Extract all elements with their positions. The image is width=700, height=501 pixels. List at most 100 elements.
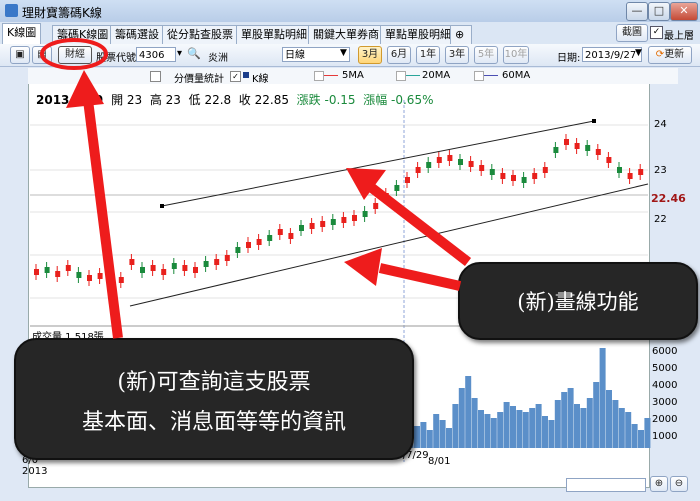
candle bbox=[44, 267, 50, 273]
fundamental-line-1: (新)可查詢這支股票 bbox=[117, 370, 311, 395]
price-tick-24: 24 bbox=[654, 119, 667, 130]
candle bbox=[214, 259, 220, 265]
candle bbox=[193, 267, 198, 273]
candle bbox=[161, 269, 167, 275]
volume-bar bbox=[465, 376, 472, 448]
volume-bar bbox=[625, 412, 632, 448]
volume-bar bbox=[593, 382, 600, 448]
trend-handle bbox=[160, 204, 164, 208]
volume-tick-4000: 4000 bbox=[652, 380, 678, 391]
date-tick-aug: 8/01 bbox=[428, 456, 451, 467]
candle bbox=[65, 265, 71, 271]
candle bbox=[129, 259, 135, 265]
volume-bar bbox=[567, 388, 574, 448]
candle bbox=[595, 149, 601, 155]
candle bbox=[468, 161, 474, 167]
volume-bar bbox=[606, 390, 612, 448]
volume-bar bbox=[580, 408, 587, 448]
volume-bar bbox=[497, 412, 504, 448]
volume-bar bbox=[586, 398, 593, 448]
date-tick-year: 2013 bbox=[22, 466, 48, 477]
volume-bar bbox=[478, 410, 484, 448]
draw-feature-callout: (新)畫線功能 bbox=[458, 262, 698, 340]
draw-feature-text: (新)畫線功能 bbox=[517, 290, 639, 314]
volume-tick-2000: 2000 bbox=[652, 414, 678, 425]
volume-bar bbox=[503, 402, 510, 448]
candle bbox=[521, 177, 527, 183]
candle bbox=[574, 143, 580, 149]
volume-bar bbox=[638, 430, 644, 448]
volume-bar bbox=[420, 422, 427, 448]
volume-bar bbox=[522, 412, 529, 448]
volume-bar bbox=[414, 426, 420, 448]
volume-bar bbox=[439, 420, 446, 448]
volume-bar bbox=[631, 424, 638, 448]
volume-bar bbox=[471, 398, 478, 448]
candle bbox=[256, 239, 262, 245]
candle bbox=[97, 273, 103, 279]
candle bbox=[299, 225, 304, 231]
price-tick-23: 23 bbox=[654, 165, 667, 176]
candle bbox=[108, 270, 114, 276]
volume-bar bbox=[433, 414, 440, 448]
candle bbox=[627, 173, 633, 179]
volume-bar bbox=[516, 410, 523, 448]
candle bbox=[415, 167, 421, 173]
candle bbox=[203, 261, 209, 267]
candle bbox=[394, 185, 400, 191]
trend-handle bbox=[592, 119, 596, 123]
candle bbox=[320, 221, 326, 227]
scroll-bar[interactable] bbox=[566, 478, 646, 492]
candle bbox=[362, 211, 368, 217]
candle bbox=[76, 272, 82, 278]
candle bbox=[352, 215, 357, 221]
candle bbox=[330, 219, 336, 225]
candle bbox=[564, 139, 569, 145]
volume-bar bbox=[554, 400, 561, 448]
volume-bar bbox=[599, 348, 606, 448]
candle bbox=[182, 265, 188, 271]
candle bbox=[288, 233, 294, 239]
volume-bar bbox=[574, 404, 580, 448]
zoom-out-icon[interactable]: ⊖ bbox=[670, 476, 688, 492]
candle bbox=[436, 157, 442, 163]
candle bbox=[638, 169, 644, 175]
candle bbox=[585, 145, 591, 151]
candle bbox=[405, 177, 410, 183]
candle bbox=[542, 167, 548, 173]
candle bbox=[383, 193, 389, 199]
volume-bar bbox=[548, 420, 555, 448]
upper-trend-line bbox=[161, 120, 595, 207]
fundamental-line-2: 基本面、消息面等等的資訊 bbox=[81, 410, 346, 435]
fundamental-info-callout: (新)可查詢這支股票 基本面、消息面等等的資訊 bbox=[14, 338, 414, 460]
volume-bar bbox=[612, 400, 619, 448]
volume-bar bbox=[542, 416, 548, 448]
volume-bar bbox=[490, 418, 497, 448]
volume-bar bbox=[618, 408, 625, 448]
candle bbox=[277, 229, 283, 235]
candle bbox=[532, 173, 538, 179]
candle bbox=[118, 277, 124, 283]
candle bbox=[447, 155, 453, 161]
candle bbox=[479, 165, 485, 171]
candle bbox=[171, 263, 177, 269]
volume-bar bbox=[510, 406, 516, 448]
candle bbox=[140, 267, 145, 273]
candle bbox=[87, 275, 92, 281]
candle bbox=[617, 167, 622, 173]
price-tick-22: 22 bbox=[654, 214, 667, 225]
candle bbox=[373, 203, 379, 209]
candle bbox=[341, 217, 347, 223]
volume-bar bbox=[446, 428, 452, 448]
current-price-label: 22.46 bbox=[651, 192, 686, 205]
volume-tick-5000: 5000 bbox=[652, 363, 678, 374]
candle bbox=[458, 159, 463, 165]
volume-bar bbox=[452, 404, 459, 448]
candle bbox=[34, 269, 39, 275]
volume-bar bbox=[535, 404, 542, 448]
volume-tick-6000: 6000 bbox=[652, 346, 678, 357]
volume-bar bbox=[426, 430, 433, 448]
volume-tick-3000: 3000 bbox=[652, 397, 678, 408]
candle bbox=[150, 265, 156, 271]
zoom-in-icon[interactable]: ⊕ bbox=[650, 476, 668, 492]
